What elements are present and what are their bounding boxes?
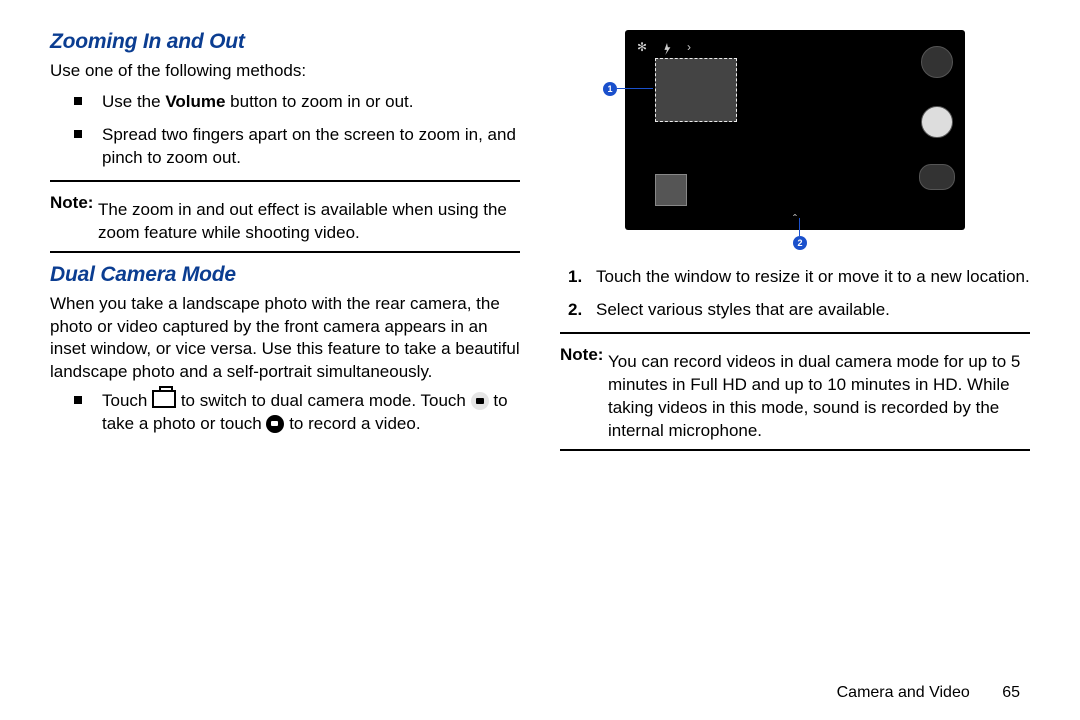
left-column: Zooming In and Out Use one of the follow…: [50, 30, 520, 461]
note-label: Note:: [50, 193, 93, 212]
zoom-bullet-2: Spread two fingers apart on the screen t…: [74, 124, 520, 170]
chevron-right-icon: ›: [687, 40, 691, 54]
footer-page: 65: [1002, 684, 1020, 701]
divider: [50, 251, 520, 253]
zoom-note: The zoom in and out effect is available …: [50, 199, 520, 245]
callout-2: 2: [793, 236, 807, 250]
chevron-up-icon: ˆ: [793, 212, 797, 226]
record-button: [919, 164, 955, 190]
footer: Camera and Video 65: [837, 684, 1020, 702]
camera-screenshot: ✻ › ˆ: [625, 30, 965, 230]
dual-camera-icon: [152, 390, 176, 408]
dual-bullet: Touch to switch to dual camera mode. Tou…: [74, 390, 520, 436]
dual-para: When you take a landscape photo with the…: [50, 293, 520, 385]
divider: [50, 180, 520, 182]
gear-icon: ✻: [637, 40, 647, 54]
step-1: 1.Touch the window to resize it or move …: [568, 266, 1030, 289]
zoom-intro: Use one of the following methods:: [50, 60, 520, 83]
mode-button: [921, 46, 953, 78]
right-column: ✻ › ˆ 1 2 1.Touch the wi: [560, 30, 1030, 461]
divider: [560, 449, 1030, 451]
camera-icon: [471, 392, 489, 410]
divider: [560, 332, 1030, 334]
heading-dual: Dual Camera Mode: [50, 263, 520, 287]
footer-section: Camera and Video: [837, 684, 970, 701]
note-label: Note:: [560, 345, 603, 364]
pip-window: [655, 58, 737, 122]
video-icon: [266, 415, 284, 433]
heading-zoom: Zooming In and Out: [50, 30, 520, 54]
callout-1: 1: [603, 82, 617, 96]
step-2: 2.Select various styles that are availab…: [568, 299, 1030, 322]
gallery-thumbnail: [655, 174, 687, 206]
flash-icon: [661, 42, 673, 54]
zoom-bullet-1: Use the Volume button to zoom in or out.: [74, 91, 520, 114]
shutter-button: [921, 106, 953, 138]
dual-note: You can record videos in dual camera mod…: [560, 351, 1030, 443]
